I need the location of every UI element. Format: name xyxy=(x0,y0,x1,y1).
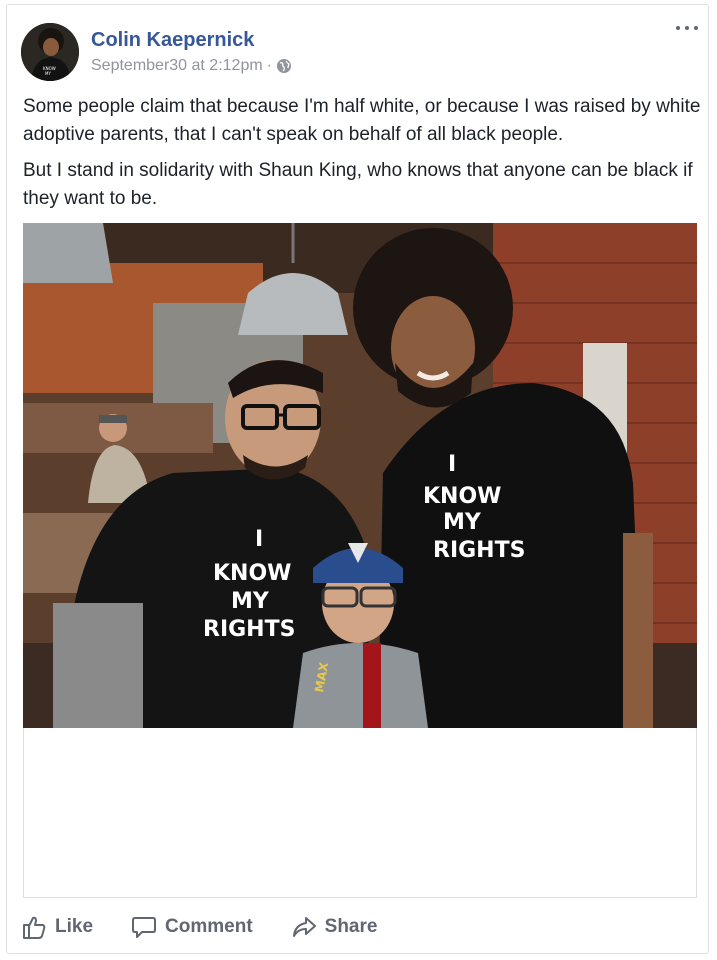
share-button[interactable]: Share xyxy=(291,914,378,940)
right-shirt-line-2: KNOW xyxy=(423,484,501,509)
like-label: Like xyxy=(55,916,94,937)
right-shirt-line-1: I xyxy=(448,452,456,477)
left-shirt-line-1: I xyxy=(255,527,263,552)
more-dot xyxy=(676,26,680,30)
thumbs-up-icon xyxy=(23,916,46,939)
left-shirt-line-4: RIGHTS xyxy=(203,617,295,642)
more-options-icon[interactable] xyxy=(676,21,698,35)
post-actions-bar: Like Comment Share xyxy=(21,910,377,944)
share-arrow-icon xyxy=(292,917,316,937)
more-dot xyxy=(694,26,698,30)
photo-caption-area xyxy=(23,728,697,898)
left-shirt-line-3: MY xyxy=(231,589,270,614)
comment-bubble-icon xyxy=(132,917,157,938)
globe-icon[interactable] xyxy=(276,58,292,74)
avatar-image: KNOW MY xyxy=(21,23,79,81)
post-card: KNOW MY Colin Kaepernick September30 at … xyxy=(6,4,709,954)
post-text: Some people claim that because I'm half … xyxy=(23,93,703,221)
comment-button[interactable]: Comment xyxy=(131,914,253,940)
post-meta: September30 at 2:12pm · xyxy=(91,57,292,75)
right-shirt-line-3: MY xyxy=(443,510,482,535)
post-paragraph-2: But I stand in solidarity with Shaun Kin… xyxy=(23,160,693,209)
photo-illustration: I KNOW MY RIGHTS I KNOW MY RIGHTS MAX xyxy=(23,223,697,728)
comment-label: Comment xyxy=(165,916,253,937)
post-timestamp[interactable]: September30 at 2:12pm xyxy=(91,57,263,75)
like-button[interactable]: Like xyxy=(21,914,93,940)
author-avatar[interactable]: KNOW MY xyxy=(21,23,79,81)
right-shirt-line-4: RIGHTS xyxy=(433,538,525,563)
meta-separator: · xyxy=(266,57,272,74)
share-label: Share xyxy=(324,916,378,937)
left-shirt-line-2: KNOW xyxy=(213,561,291,586)
post-photo[interactable]: I KNOW MY RIGHTS I KNOW MY RIGHTS MAX xyxy=(23,223,697,728)
more-dot xyxy=(685,26,689,30)
svg-text:MY: MY xyxy=(45,71,51,76)
author-name-link[interactable]: Colin Kaepernick xyxy=(91,29,254,52)
post-paragraph-1: Some people claim that because I'm half … xyxy=(23,96,701,145)
